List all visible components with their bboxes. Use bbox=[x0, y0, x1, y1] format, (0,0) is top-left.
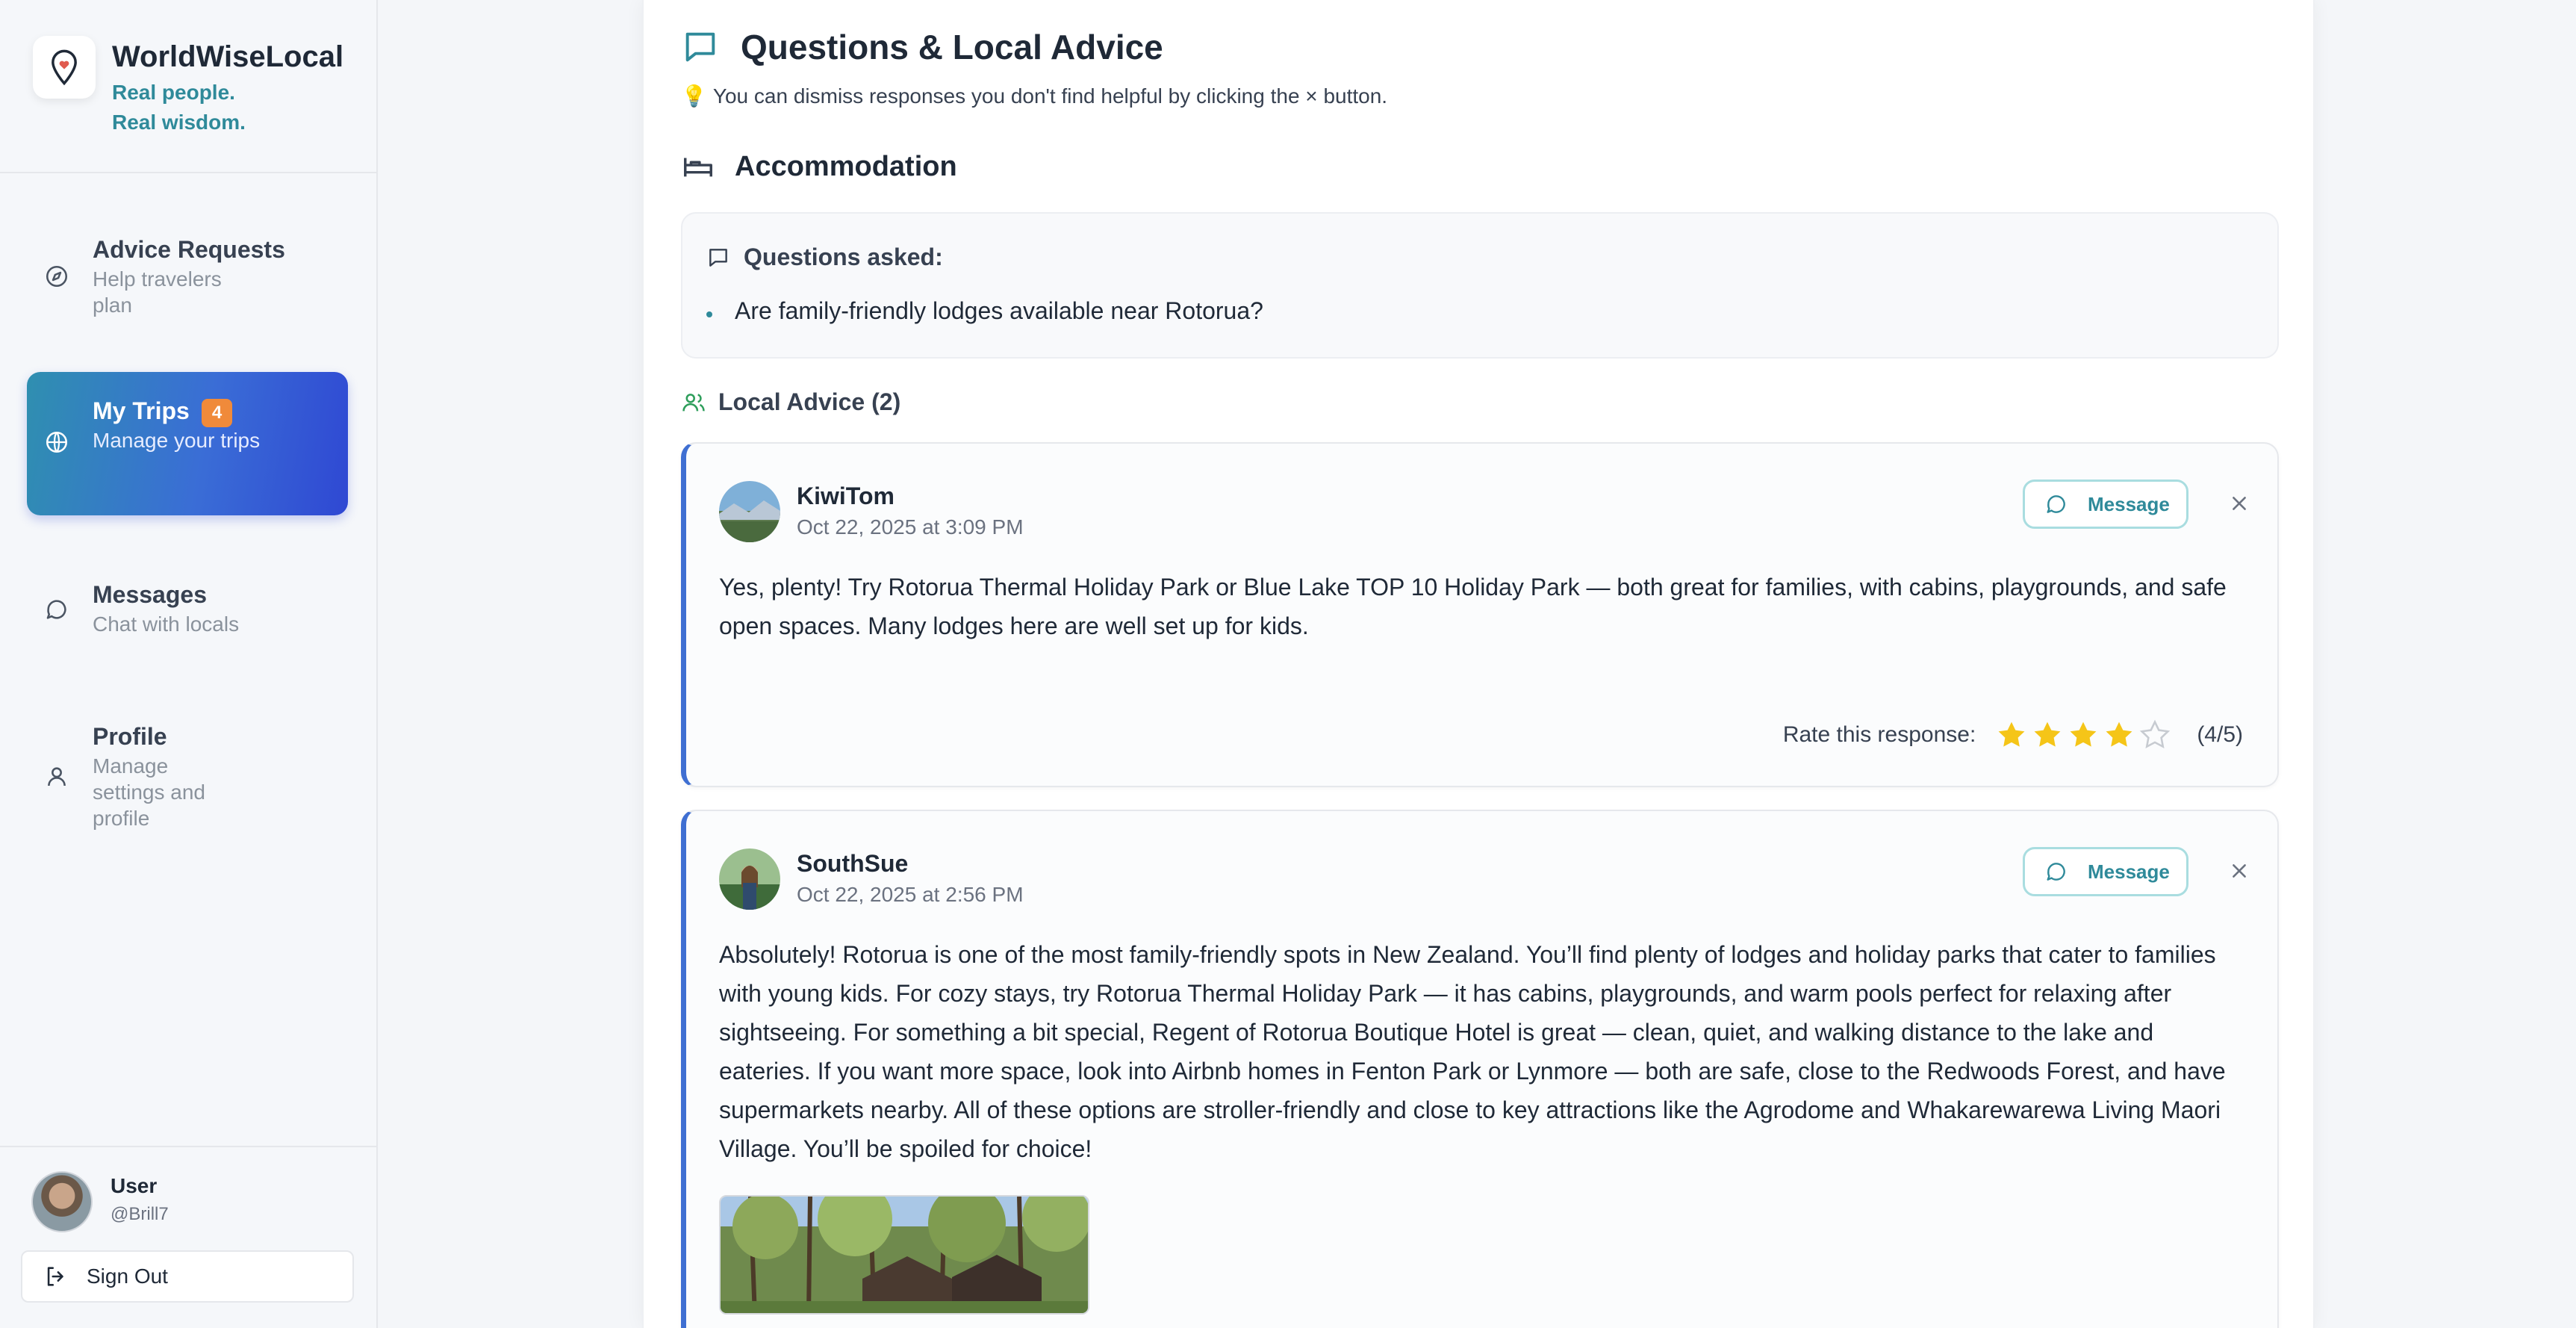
app-name: WorldWiseLocal bbox=[112, 40, 344, 73]
response-date: Oct 22, 2025 at 2:56 PM bbox=[797, 883, 1024, 906]
sidebar-item-sublabel: Manage settings and profile bbox=[93, 754, 205, 830]
question-text: Are family-friendly lodges available nea… bbox=[735, 297, 1263, 324]
chat-bubble-icon bbox=[43, 596, 70, 623]
author-name[interactable]: SouthSue bbox=[797, 850, 908, 878]
sidebar-item-my-trips[interactable]: My Trips 4 Manage your trips bbox=[27, 372, 348, 515]
sidebar-item-sublabel: Manage your trips bbox=[93, 429, 261, 452]
questions-heading: Questions asked: bbox=[744, 243, 943, 270]
questions-box: Questions asked: Are family-friendly lod… bbox=[681, 212, 2279, 359]
star-filled-icon[interactable] bbox=[2031, 719, 2064, 751]
person-icon bbox=[43, 763, 70, 790]
dismiss-button[interactable] bbox=[2224, 856, 2254, 886]
brand-divider bbox=[0, 172, 378, 173]
sidebar-item-messages[interactable]: Messages Chat with locals bbox=[27, 568, 348, 650]
close-icon bbox=[2233, 864, 2246, 878]
message-button[interactable]: Message bbox=[2023, 480, 2188, 529]
star-filled-icon[interactable] bbox=[1995, 719, 2028, 751]
category-title: Accommodation bbox=[735, 150, 957, 182]
sidebar-item-advice-requests[interactable]: Advice Requests Help travelers plan bbox=[27, 224, 348, 329]
sidebar-item-label: Messages bbox=[93, 581, 207, 608]
message-button[interactable]: Message bbox=[2023, 847, 2188, 896]
rating-widget: Rate this response: (4/5) bbox=[1783, 719, 2243, 751]
bed-icon bbox=[684, 158, 712, 177]
section-header: Questions & Local Advice bbox=[681, 27, 1163, 67]
users-icon bbox=[682, 393, 705, 411]
sidebar-item-label: My Trips bbox=[93, 397, 190, 424]
heart-pin-logo-icon bbox=[33, 36, 96, 99]
author-name[interactable]: KiwiTom bbox=[797, 483, 895, 510]
message-square-icon bbox=[685, 32, 715, 62]
avatar[interactable] bbox=[31, 1171, 93, 1232]
hint-text: You can dismiss responses you don't find… bbox=[712, 84, 1388, 108]
sidebar: WorldWiseLocal Real people. Real wisdom.… bbox=[0, 0, 378, 1328]
attached-photo[interactable] bbox=[719, 1195, 1089, 1315]
lightbulb-icon: 💡 bbox=[681, 84, 707, 108]
star-filled-icon[interactable] bbox=[2067, 719, 2100, 751]
main-panel: Questions & Local Advice 💡 You can dismis… bbox=[642, 0, 2315, 1328]
compass-icon bbox=[43, 263, 70, 290]
brand[interactable]: WorldWiseLocal Real people. Real wisdom. bbox=[33, 36, 343, 137]
sidebar-item-sublabel: Chat with locals bbox=[93, 612, 240, 636]
app-tagline-2: Real wisdom. bbox=[112, 111, 246, 134]
page-title: Questions & Local Advice bbox=[741, 28, 1163, 66]
message-button-label: Message bbox=[2088, 860, 2170, 883]
sidebar-item-label: Profile bbox=[93, 723, 167, 750]
user-name: User bbox=[111, 1174, 158, 1197]
advice-heading: Local Advice (2) bbox=[718, 388, 901, 415]
dismiss-hint: 💡 You can dismiss responses you don't fin… bbox=[681, 84, 1387, 108]
response-body: Yes, plenty! Try Rotorua Thermal Holiday… bbox=[719, 574, 2227, 639]
response-body: Absolutely! Rotorua is one of the most f… bbox=[719, 941, 2226, 1162]
globe-icon bbox=[43, 429, 70, 456]
sidebar-item-sublabel: Help travelers plan bbox=[93, 267, 222, 317]
message-square-icon bbox=[709, 248, 727, 267]
star-empty-icon[interactable] bbox=[2138, 719, 2171, 751]
category-header: Accommodation bbox=[681, 149, 957, 184]
user-handle: @Brill7 bbox=[111, 1204, 169, 1224]
sign-out-label: Sign Out bbox=[87, 1265, 168, 1288]
response-date: Oct 22, 2025 at 3:09 PM bbox=[797, 515, 1024, 539]
bullet-dot bbox=[706, 311, 712, 317]
close-icon bbox=[2233, 497, 2246, 510]
chat-bubble-icon bbox=[2047, 495, 2065, 513]
dismiss-button[interactable] bbox=[2224, 488, 2254, 518]
sign-out-icon bbox=[47, 1267, 63, 1286]
trip-count-badge: 4 bbox=[201, 398, 233, 427]
message-button-label: Message bbox=[2088, 492, 2170, 515]
sign-out-button[interactable]: Sign Out bbox=[21, 1250, 354, 1303]
rating-count: (4/5) bbox=[2197, 722, 2243, 747]
sidebar-item-label: Advice Requests bbox=[93, 236, 285, 263]
advice-header: Local Advice (2) bbox=[681, 388, 900, 416]
rating-label: Rate this response: bbox=[1782, 722, 1976, 747]
advice-card: SouthSue Oct 22, 2025 at 2:56 PM Message… bbox=[681, 810, 2279, 1328]
user-block: User @Brill7 Sign Out bbox=[0, 1146, 378, 1328]
app-tagline-1: Real people. bbox=[112, 81, 235, 104]
star-filled-icon[interactable] bbox=[2103, 719, 2135, 751]
list-item: Are family-friendly lodges available nea… bbox=[706, 297, 1263, 325]
avatar[interactable] bbox=[719, 481, 780, 542]
chat-bubble-icon bbox=[2047, 863, 2065, 881]
sidebar-item-profile[interactable]: Profile Manage settings and profile bbox=[27, 710, 348, 844]
advice-card: KiwiTom Oct 22, 2025 at 3:09 PM Message … bbox=[681, 442, 2279, 787]
avatar[interactable] bbox=[719, 848, 780, 910]
